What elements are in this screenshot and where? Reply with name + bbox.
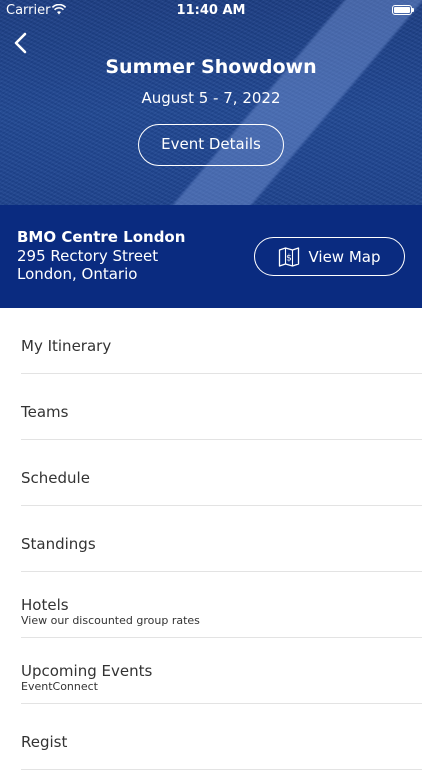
- menu-item-label: Hotels: [21, 596, 69, 614]
- event-title: Summer Showdown: [105, 56, 317, 78]
- event-details-button[interactable]: Event Details: [138, 124, 284, 166]
- menu-item-sublabel: EventConnect: [21, 680, 98, 693]
- menu-item-label: Standings: [21, 535, 96, 553]
- menu-item-label: Regist: [21, 733, 68, 751]
- menu-item-label: Schedule: [21, 469, 90, 487]
- clock-time: 11:40 AM: [176, 3, 246, 18]
- menu-item-upcoming-events[interactable]: Upcoming Events EventConnect: [21, 638, 422, 704]
- status-bar: Carrier 11:40 AM: [0, 0, 422, 22]
- menu-item-registration[interactable]: Regist: [21, 704, 422, 770]
- event-dates: August 5 - 7, 2022: [141, 89, 281, 107]
- view-map-button[interactable]: $ View Map: [254, 237, 405, 276]
- event-menu: My Itinerary Teams Schedule Standings Ho…: [0, 308, 422, 770]
- menu-item-label: My Itinerary: [21, 337, 112, 355]
- map-icon: $: [279, 246, 300, 267]
- menu-item-standings[interactable]: Standings: [21, 506, 422, 572]
- menu-item-schedule[interactable]: Schedule: [21, 440, 422, 506]
- menu-item-teams[interactable]: Teams: [21, 374, 422, 440]
- event-header: Carrier 11:40 AM Summer Showdown August …: [0, 0, 422, 205]
- back-button[interactable]: [10, 30, 34, 56]
- venue-name: BMO Centre London: [17, 228, 186, 246]
- svg-text:$: $: [287, 253, 293, 263]
- menu-item-label: Upcoming Events: [21, 662, 153, 680]
- chevron-left-icon: [14, 32, 27, 54]
- menu-item-hotels[interactable]: Hotels View our discounted group rates: [21, 572, 422, 638]
- menu-item-label: Teams: [21, 403, 69, 421]
- venue-address-street: 295 Rectory Street: [17, 247, 159, 265]
- menu-item-sublabel: View our discounted group rates: [21, 614, 200, 627]
- venue-address-city: London, Ontario: [17, 265, 138, 283]
- battery-icon: [392, 5, 414, 15]
- venue-banner: BMO Centre London 295 Rectory Street Lon…: [0, 205, 422, 308]
- menu-item-my-itinerary[interactable]: My Itinerary: [21, 308, 422, 374]
- view-map-label: View Map: [308, 247, 381, 266]
